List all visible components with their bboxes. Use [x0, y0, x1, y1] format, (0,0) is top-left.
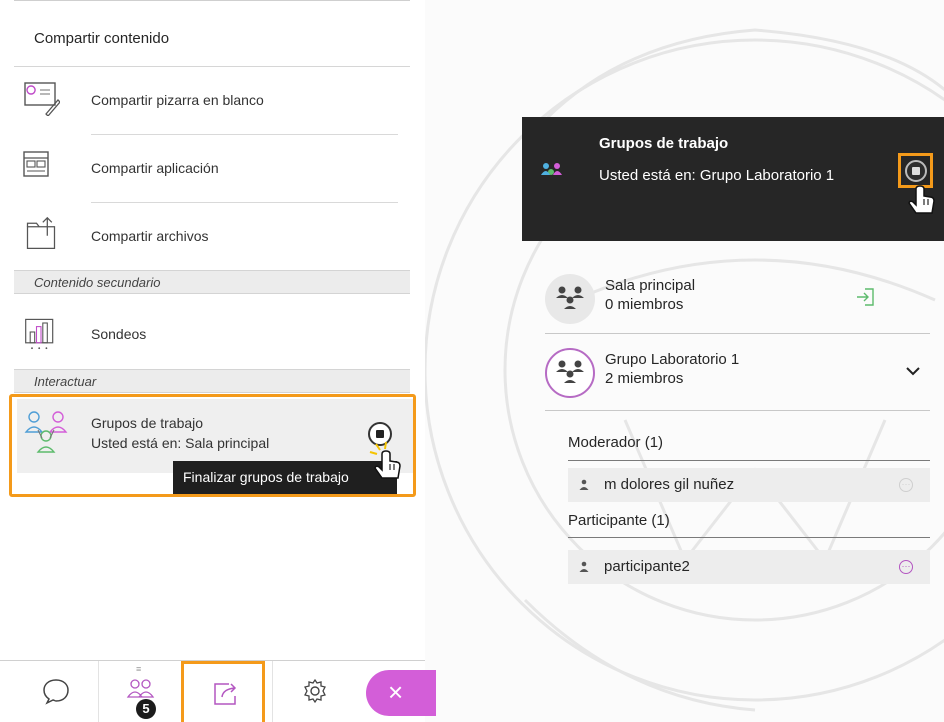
- tab-settings[interactable]: [272, 661, 356, 722]
- tab-share-content[interactable]: [181, 661, 265, 722]
- user-icon: [579, 479, 589, 490]
- user-icon: [579, 561, 589, 572]
- breakout-groups-icon: [24, 411, 68, 453]
- divider: [14, 0, 410, 1]
- breakout-header-status: Usted está en: Grupo Laboratorio 1: [599, 167, 835, 184]
- polls-label: Sondeos: [91, 326, 147, 342]
- hand-cursor-icon: [908, 185, 935, 214]
- member-row[interactable]: participante2 ···: [568, 550, 930, 584]
- breakout-header: Grupos de trabajo Usted está en: Grupo L…: [522, 117, 944, 241]
- bottom-tab-bar: [0, 661, 425, 722]
- chat-bubble-icon: [43, 679, 69, 705]
- divider: [91, 202, 398, 203]
- share-application-label: Compartir aplicación: [91, 160, 219, 176]
- hand-cursor-icon: [369, 441, 401, 479]
- secondary-content-header: Contenido secundario: [14, 270, 410, 294]
- attendees-count-badge: 5: [136, 699, 156, 719]
- group-icon: [556, 360, 584, 383]
- room-grupo-laboratorio-1[interactable]: Grupo Laboratorio 1 2 miembros: [545, 340, 930, 406]
- breakout-groups-status: Usted está en: Sala principal: [91, 435, 270, 451]
- divider: [568, 460, 930, 461]
- whiteboard-icon: [24, 82, 60, 116]
- divider: [545, 333, 930, 334]
- more-options-icon[interactable]: ···: [899, 478, 913, 492]
- end-groups-tooltip: Finalizar grupos de trabajo: [173, 461, 397, 494]
- breakout-header-title: Grupos de trabajo: [599, 135, 729, 152]
- application-window-icon: [23, 151, 49, 177]
- room-name: Sala principal: [605, 277, 696, 294]
- chevron-down-icon[interactable]: [905, 365, 921, 377]
- share-whiteboard-label: Compartir pizarra en blanco: [91, 92, 264, 108]
- drag-handle-icon: ≡: [136, 664, 142, 674]
- close-panel-button[interactable]: ×: [366, 670, 436, 716]
- room-avatar: [545, 348, 595, 398]
- polls-item[interactable]: Sondeos: [0, 302, 425, 362]
- share-whiteboard-item[interactable]: Compartir pizarra en blanco: [0, 68, 425, 128]
- share-content-panel: Compartir contenido Compartir pizarra en…: [0, 0, 436, 722]
- poll-chart-icon: [25, 318, 54, 350]
- member-name: participante2: [604, 558, 690, 575]
- group-icon: [556, 286, 584, 309]
- more-options-icon[interactable]: ···: [899, 560, 913, 574]
- moderator-header: Moderador (1): [568, 434, 664, 451]
- panel-title: Compartir contenido: [34, 30, 170, 47]
- divider: [568, 537, 930, 538]
- join-room-icon[interactable]: [855, 286, 877, 308]
- member-name: m dolores gil nuñez: [604, 476, 735, 493]
- breakout-groups-icon: [541, 163, 562, 175]
- room-member-count: 2 miembros: [605, 370, 684, 387]
- share-content-icon: [214, 683, 237, 705]
- divider: [91, 134, 398, 135]
- participant-header: Participante (1): [568, 512, 670, 529]
- member-row[interactable]: m dolores gil nuñez ···: [568, 468, 930, 502]
- share-files-label: Compartir archivos: [91, 228, 209, 244]
- tab-chat[interactable]: [14, 661, 98, 722]
- gear-icon: [304, 678, 326, 704]
- interact-header: Interactuar: [14, 369, 410, 393]
- divider: [545, 410, 930, 411]
- folder-upload-icon: [26, 216, 56, 250]
- room-name: Grupo Laboratorio 1: [605, 351, 740, 368]
- divider: [14, 66, 410, 67]
- share-application-item[interactable]: Compartir aplicación: [0, 136, 425, 196]
- room-avatar: [545, 274, 595, 324]
- share-files-item[interactable]: Compartir archivos: [0, 204, 425, 264]
- breakout-groups-title[interactable]: Grupos de trabajo: [91, 415, 203, 431]
- room-member-count: 0 miembros: [605, 296, 684, 313]
